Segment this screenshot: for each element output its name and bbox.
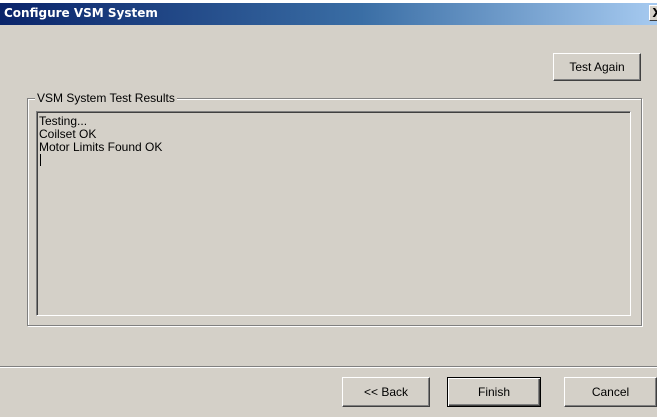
results-line: Motor Limits Found OK <box>39 140 163 154</box>
results-line <box>39 154 628 167</box>
test-again-button[interactable]: Test Again <box>553 53 641 81</box>
text-caret <box>40 154 41 166</box>
results-group-label: VSM System Test Results <box>35 91 177 105</box>
cancel-button[interactable]: Cancel <box>564 377 657 407</box>
title-bar[interactable]: Configure VSM System X <box>0 0 657 25</box>
window-title: Configure VSM System <box>4 6 158 20</box>
back-button[interactable]: << Back <box>342 377 430 407</box>
results-line: Testing... <box>39 114 88 128</box>
finish-button[interactable]: Finish <box>447 377 541 407</box>
button-separator <box>0 366 657 368</box>
results-textbox[interactable]: Testing... Coilset OK Motor Limits Found… <box>36 111 631 316</box>
close-icon[interactable]: X <box>649 5 657 21</box>
